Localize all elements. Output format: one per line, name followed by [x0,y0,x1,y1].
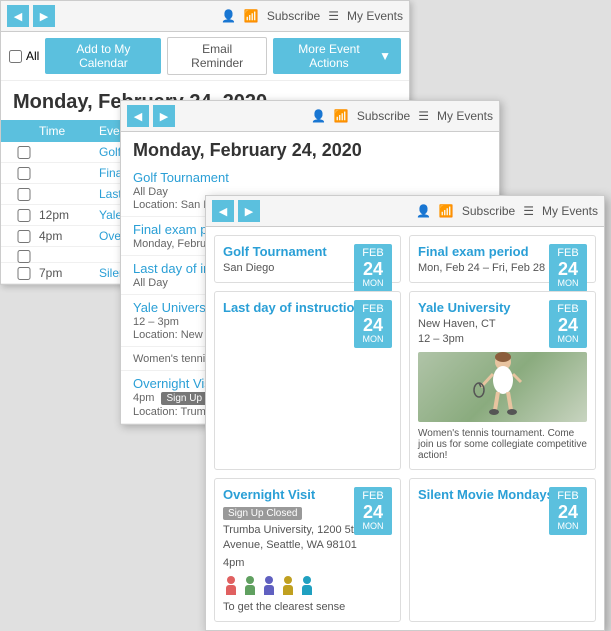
layer1-email-reminder-btn[interactable]: Email Reminder [167,37,266,75]
date-badge: FEB 24 MON [354,300,392,348]
date-badge: FEB 24 MON [549,244,587,292]
person-icon-5 [299,576,315,598]
layer3-prev-btn[interactable]: ◀ [212,200,234,222]
layer3-topbar-right: 👤 📶 Subscribe ☰ My Events [416,204,598,218]
row-checkbox[interactable] [9,209,39,222]
date-badge: FEB 24 MON [549,300,587,348]
event-card-golf: FEB 24 MON Golf Tournament San Diego [214,235,401,283]
layer1-list-icon: ☰ [328,9,339,23]
badge-dow: MON [551,278,585,289]
badge-day: 24 [551,260,585,278]
layer2-topbar: ◀ ▶ 👤 📶 Subscribe ☰ My Events [121,101,499,132]
calendar-view-cards: ◀ ▶ 👤 📶 Subscribe ☰ My Events FEB 24 MON… [205,195,605,631]
layer1-more-label: More Event Actions [283,42,375,70]
date-badge: FEB 24 MON [549,487,587,535]
row-checkbox[interactable] [9,267,39,280]
layer1-person-icon: 👤 [221,9,236,23]
badge-day: 24 [356,260,390,278]
row-checkbox[interactable] [9,188,39,201]
layer3-subscribe-link[interactable]: Subscribe [462,204,515,218]
people-icons-row [223,576,392,598]
event-card-last-day: FEB 24 MON Last day of instruction [214,291,401,470]
layer1-next-btn[interactable]: ▶ [33,5,55,27]
layer2-prev-btn[interactable]: ◀ [127,105,149,127]
layer3-list-icon: ☰ [523,204,534,218]
layer3-person-icon: 👤 [416,204,431,218]
event-link[interactable]: Golf Tournament [133,170,229,185]
layer3-topbar: ◀ ▶ 👤 📶 Subscribe ☰ My Events [206,196,604,227]
badge-day: 24 [356,503,390,521]
badge-dow: MON [551,521,585,532]
layer1-all-label: All [26,49,39,63]
layer1-topbar: ◀ ▶ 👤 📶 Subscribe ☰ My Events [1,1,409,32]
layer1-topbar-right: 👤 📶 Subscribe ☰ My Events [221,9,403,23]
layer1-subscribe-link[interactable]: Subscribe [267,9,320,23]
layer3-next-btn[interactable]: ▶ [238,200,260,222]
layer1-action-bar: All Add to My Calendar Email Reminder Mo… [1,32,409,81]
date-badge: FEB 24 MON [354,244,392,292]
cards-grid: FEB 24 MON Golf Tournament San Diego FEB… [206,227,604,630]
layer2-list-icon: ☰ [418,109,429,123]
person-icon-3 [261,576,277,598]
badge-day: 24 [551,316,585,334]
card-desc: To get the clearest sense [223,601,392,613]
layer1-bars-icon: 📶 [244,9,259,23]
layer1-dropdown-icon: ▼ [379,49,391,63]
row-checkbox[interactable] [9,230,39,243]
col-check [9,124,39,138]
person-icon-2 [242,576,258,598]
date-badge: FEB 24 MON [354,487,392,535]
badge-dow: MON [356,521,390,532]
person-icon-4 [280,576,296,598]
badge-dow: MON [356,278,390,289]
row-checkbox[interactable] [9,146,39,159]
layer1-prev-btn[interactable]: ◀ [7,5,29,27]
badge-day: 24 [551,503,585,521]
layer2-subscribe-link[interactable]: Subscribe [357,109,410,123]
event-card-yale: FEB 24 MON Yale University New Haven, CT… [409,291,596,470]
layer2-topbar-right: 👤 📶 Subscribe ☰ My Events [311,109,493,123]
layer1-check-all: All [9,49,39,63]
layer3-bars-icon: 📶 [439,204,454,218]
layer2-date-heading: Monday, February 24, 2020 [121,132,499,165]
layer2-bars-icon: 📶 [334,109,349,123]
badge-dow: MON [356,334,390,345]
layer1-more-actions-btn[interactable]: More Event Actions ▼ [273,38,401,74]
layer1-all-checkbox[interactable] [9,50,22,63]
layer2-myevents-link[interactable]: My Events [437,109,493,123]
tennis-desc: Women's tennis tournament. Come join us … [418,428,587,461]
row-checkbox[interactable] [9,167,39,180]
event-card-silent-movie: FEB 24 MON Silent Movie Mondays [409,478,596,622]
layer1-myevents-link[interactable]: My Events [347,9,403,23]
layer1-add-calendar-btn[interactable]: Add to My Calendar [45,38,161,74]
person-icon-1 [223,576,239,598]
badge-dow: MON [551,334,585,345]
tennis-image [418,352,587,422]
layer2-next-btn[interactable]: ▶ [153,105,175,127]
layer2-person-icon: 👤 [311,109,326,123]
tennis-figure-svg [473,352,533,422]
event-card-final-exam: FEB 24 MON Final exam period Mon, Feb 24… [409,235,596,283]
col-time: Time [39,124,99,138]
event-card-overnight: FEB 24 MON Overnight Visit Sign Up Close… [214,478,401,622]
row-checkbox[interactable] [9,250,39,263]
badge-day: 24 [356,316,390,334]
layer3-myevents-link[interactable]: My Events [542,204,598,218]
